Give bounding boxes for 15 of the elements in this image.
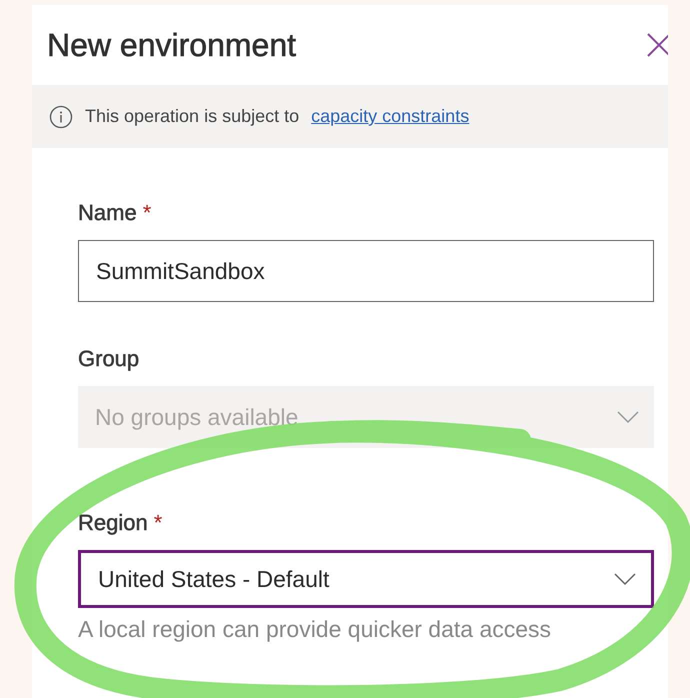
capacity-link[interactable]: capacity constraints bbox=[311, 106, 470, 127]
chevron-icon bbox=[613, 572, 637, 586]
help-text: A local region can provide quicker data access bbox=[78, 616, 552, 643]
notice-text: This operation is subject to bbox=[85, 106, 300, 127]
required-mark: * bbox=[142, 200, 152, 226]
chevron-icon bbox=[616, 410, 640, 424]
field-label: Group bbox=[78, 346, 140, 372]
required-mark: * bbox=[154, 510, 162, 536]
input-field[interactable]: SummitSandbox bbox=[78, 240, 654, 302]
field-label: Region bbox=[78, 510, 148, 536]
dropdown-field[interactable]: United States - Default bbox=[78, 550, 654, 608]
close-button[interactable] bbox=[646, 32, 668, 58]
info-icon bbox=[49, 104, 73, 128]
panel-title: New environment bbox=[47, 26, 296, 64]
field-label: Name bbox=[78, 200, 137, 226]
